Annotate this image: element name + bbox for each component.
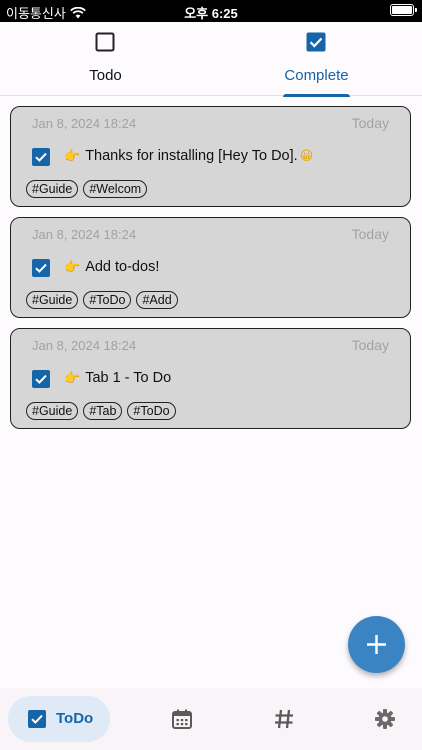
todo-title-row: 👉 Add to-dos! (64, 259, 159, 275)
tag-chip[interactable]: #Guide (26, 291, 79, 309)
tab-complete[interactable]: Complete (211, 22, 422, 97)
plus-icon (367, 635, 386, 654)
checkbox-icon (28, 710, 46, 728)
todo-date: Jan 8, 2024 18:24 (32, 338, 137, 353)
tab-todo[interactable]: Todo (0, 22, 211, 96)
todo-day: Today (351, 226, 389, 242)
todo-tags: #Guide #Tab #ToDo (26, 402, 176, 420)
todo-date: Jan 8, 2024 18:24 (32, 116, 137, 131)
tag-chip[interactable]: #Welcom (83, 180, 148, 198)
todo-title: Thanks for installing [Hey To Do]. (85, 148, 298, 164)
calendar-icon[interactable] (171, 708, 193, 730)
todo-card[interactable]: Jan 8, 2024 18:24 Today 👉 Thanks for ins… (10, 106, 411, 207)
todo-checkbox[interactable] (32, 148, 50, 166)
tab-indicator (283, 94, 350, 97)
todo-title: Add to-dos! (85, 259, 160, 275)
hashtag-icon[interactable] (273, 708, 295, 730)
todo-title: Tab 1 - To Do (85, 370, 172, 386)
tag-chip[interactable]: #Guide (26, 402, 79, 420)
battery-icon (390, 4, 417, 16)
todo-title-row: 👉 Tab 1 - To Do (64, 370, 171, 386)
tag-chip[interactable]: #Guide (26, 180, 79, 198)
tag-chip[interactable]: #Add (136, 291, 178, 309)
todo-day: Today (351, 337, 389, 353)
todo-date: Jan 8, 2024 18:24 (32, 227, 137, 242)
tab-todo-label: Todo (89, 67, 122, 84)
tab-complete-label: Complete (284, 67, 349, 84)
checkmark-icon (35, 374, 47, 384)
status-bar: 이동통신사 오후 6:25 (0, 0, 422, 22)
pointing-hand-icon: 👉 (64, 259, 81, 274)
todo-tags: #Guide #Welcom (26, 180, 148, 198)
todo-card[interactable]: Jan 8, 2024 18:24 Today 👉 Tab 1 - To Do … (10, 328, 411, 429)
gear-icon[interactable] (374, 708, 396, 730)
todo-title-row: 👉 Thanks for installing [Hey To Do]. 😀 (64, 148, 313, 164)
tag-chip[interactable]: #ToDo (83, 291, 132, 309)
bottom-navigation: ToDo (0, 688, 422, 750)
todo-card[interactable]: Jan 8, 2024 18:24 Today 👉 Add to-dos! #G… (10, 217, 411, 318)
todo-tags: #Guide #ToDo #Add (26, 291, 178, 309)
pointing-hand-icon: 👉 (64, 370, 81, 385)
todo-day: Today (351, 115, 389, 131)
checked-box-icon (306, 32, 326, 52)
nav-item-todo-label: ToDo (56, 710, 94, 727)
checkmark-icon (35, 152, 47, 162)
nav-item-todo[interactable]: ToDo (8, 696, 110, 742)
unchecked-box-icon (95, 32, 115, 52)
tag-chip[interactable]: #Tab (83, 402, 123, 420)
todo-checkbox[interactable] (32, 370, 50, 388)
smile-emoji-icon: 😀 (299, 148, 314, 163)
status-time: 오후 6:25 (184, 6, 238, 21)
top-tab-bar: Todo Complete (0, 22, 422, 97)
add-todo-button[interactable] (348, 616, 405, 673)
checkmark-icon (35, 263, 47, 273)
pointing-hand-icon: 👉 (64, 148, 81, 163)
todo-checkbox[interactable] (32, 259, 50, 277)
tag-chip[interactable]: #ToDo (127, 402, 176, 420)
